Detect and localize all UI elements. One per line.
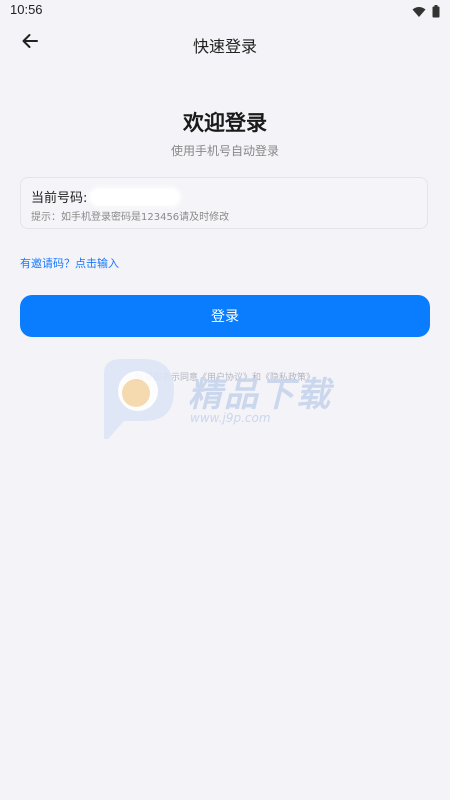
phone-number-redacted bbox=[91, 188, 180, 205]
watermark-brand: 精品下载 bbox=[188, 375, 332, 415]
welcome-subtitle: 使用手机号自动登录 bbox=[170, 144, 279, 158]
watermark-url: www.j9p.com bbox=[190, 411, 271, 425]
status-bar: 10:56 bbox=[0, 0, 450, 20]
header: 快速登录 bbox=[0, 20, 450, 66]
phone-card: 当前号码: 提示：如手机登录密码是123456请及时修改 bbox=[20, 177, 428, 229]
phone-hint: 提示：如手机登录密码是123456请及时修改 bbox=[31, 212, 230, 223]
invite-code-link[interactable]: 有邀请码？点击输入 bbox=[20, 255, 119, 271]
welcome-title: 欢迎登录 bbox=[183, 111, 267, 135]
phone-line: 当前号码: bbox=[31, 187, 180, 206]
phone-label: 当前号码: bbox=[31, 191, 88, 206]
login-button[interactable]: 登录 bbox=[20, 295, 430, 337]
watermark: 精品下载 www.j9p.com bbox=[98, 355, 358, 445]
status-time: 10:56 bbox=[10, 2, 43, 17]
page-title: 快速登录 bbox=[192, 37, 257, 56]
